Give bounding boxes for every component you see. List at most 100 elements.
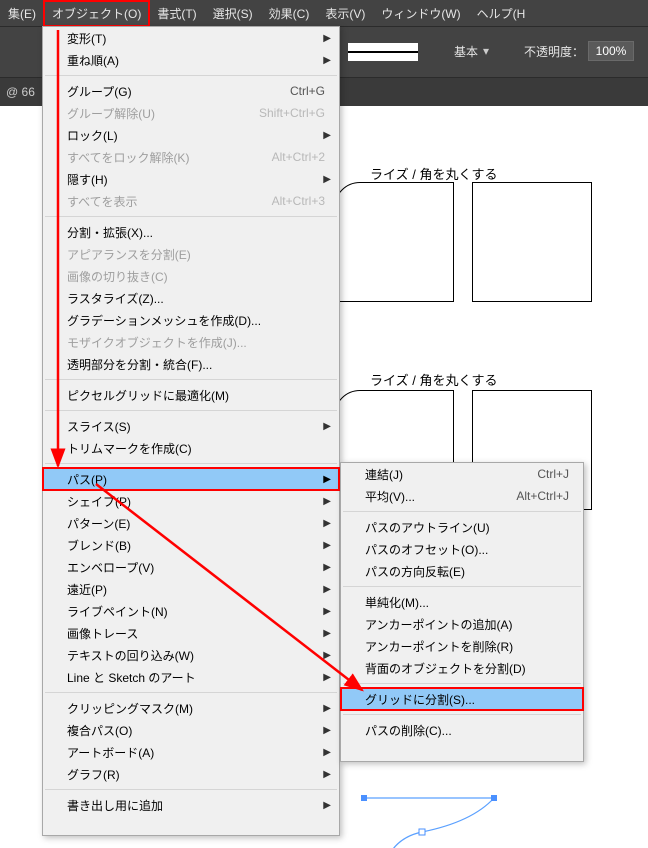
menu-edit[interactable]: 集(E) [0, 1, 44, 26]
menu-item[interactable]: シェイプ(P) ▶ [43, 490, 339, 512]
menu-item[interactable]: パス(P) ▶ [43, 468, 339, 490]
menu-item-label: 変形(T) [67, 30, 106, 47]
menu-item[interactable]: エンベロープ(V)▶ [43, 556, 339, 578]
menu-item-label: すべてをロック解除(K) [67, 149, 189, 166]
submenu-arrow-icon: ▶ [323, 496, 331, 507]
submenu-arrow-icon: ▶ [323, 725, 331, 736]
menu-item: 画像の切り抜き(C) [43, 265, 339, 287]
menu-item-label: グラデーションメッシュを作成(D)... [67, 312, 261, 329]
submenu-arrow-icon: ▶ [323, 130, 331, 141]
submenu-arrow-icon: ▶ [323, 800, 331, 811]
menu-item[interactable]: パターン(E)▶ [43, 512, 339, 534]
submenu-arrow-icon: ▶ [323, 540, 331, 551]
menu-shortcut: Alt+Ctrl+2 [272, 150, 325, 164]
stroke-profile[interactable] [348, 43, 418, 61]
menu-item[interactable]: ラスタライズ(Z)... [43, 287, 339, 309]
menu-item-label: ライブペイント(N) [67, 603, 168, 620]
menu-item[interactable]: スライス(S)▶ [43, 415, 339, 437]
submenu-item[interactable]: 平均(V)...Alt+Ctrl+J [341, 485, 583, 507]
menu-item: すべてをロック解除(K) Alt+Ctrl+2 [43, 146, 339, 168]
menu-separator [45, 216, 337, 217]
menu-help[interactable]: ヘルプ(H [469, 1, 534, 26]
submenu-item-label: 平均(V)... [365, 488, 415, 505]
path-submenu: 連結(J) Ctrl+J 平均(V)...Alt+Ctrl+J パスのアウトライン(U… [340, 462, 584, 762]
submenu-item[interactable]: パスのアウトライン(U) [341, 516, 583, 538]
menu-item-label: 隠す(H) [67, 171, 108, 188]
menu-item[interactable]: テキストの回り込み(W)▶ [43, 644, 339, 666]
submenu-item[interactable]: パスのオフセット(O)... [341, 538, 583, 560]
submenu-arrow-icon: ▶ [323, 562, 331, 573]
menu-select[interactable]: 選択(S) [205, 1, 261, 26]
menu-item-label: シェイプ(P) [67, 493, 131, 510]
menu-item[interactable]: 透明部分を分割・統合(F)... [43, 353, 339, 375]
menu-effect[interactable]: 効果(C) [261, 1, 318, 26]
menu-item-label: ピクセルグリッドに最適化(M) [67, 387, 229, 404]
menu-item[interactable]: アートボード(A)▶ [43, 741, 339, 763]
chevron-down-icon[interactable]: ▾ [480, 41, 492, 61]
menu-item-label: すべてを表示 [67, 193, 137, 210]
menu-item-label: 画像の切り抜き(C) [67, 268, 168, 285]
submenu-item[interactable]: アンカーポイントの追加(A) [341, 613, 583, 635]
submenu-item[interactable]: グリッドに分割(S)... [341, 688, 583, 710]
submenu-item-label: アンカーポイントの追加(A) [365, 616, 513, 633]
menu-window[interactable]: ウィンドウ(W) [373, 1, 468, 26]
submenu-item-label: パスのオフセット(O)... [365, 541, 488, 558]
menu-item-label: ロック(L) [67, 127, 118, 144]
menu-item-label: パス(P) [67, 471, 107, 488]
submenu-arrow-icon: ▶ [323, 628, 331, 639]
menu-view[interactable]: 表示(V) [317, 1, 373, 26]
rounded-rect-sample[interactable] [334, 182, 454, 302]
menu-item[interactable]: 画像トレース▶ [43, 622, 339, 644]
menu-item[interactable]: 分割・拡張(X)... [43, 221, 339, 243]
menu-item[interactable]: トリムマークを作成(C) [43, 437, 339, 459]
submenu-item-label: パスの方向反転(E) [365, 563, 465, 580]
menu-item[interactable]: 複合パス(O) ▶ [43, 719, 339, 741]
menu-format[interactable]: 書式(T) [149, 1, 204, 26]
menu-item[interactable]: グループ(G)Ctrl+G [43, 80, 339, 102]
tab-fragment[interactable]: @ 66 [0, 85, 35, 99]
menu-item[interactable]: 変形(T)▶ [43, 27, 339, 49]
menu-item[interactable]: クリッピングマスク(M)▶ [43, 697, 339, 719]
menu-item[interactable]: 重ね順(A)▶ [43, 49, 339, 71]
menu-item[interactable]: Line と Sketch のアート▶ [43, 666, 339, 688]
menu-item[interactable]: グラフ(R)▶ [43, 763, 339, 785]
menu-item[interactable]: 遠近(P)▶ [43, 578, 339, 600]
menu-separator [343, 511, 581, 512]
submenu-item[interactable]: 背面のオブジェクトを分割(D) [341, 657, 583, 679]
menu-item[interactable]: ブレンド(B)▶ [43, 534, 339, 556]
submenu-item[interactable]: アンカーポイントを削除(R) [341, 635, 583, 657]
menubar: 集(E) オブジェクト(O) 書式(T) 選択(S) 効果(C) 表示(V) ウ… [0, 0, 648, 26]
menu-item-label: 複合パス(O) [67, 722, 132, 739]
menu-item[interactable]: 隠す(H)▶ [43, 168, 339, 190]
menu-shortcut: Shift+Ctrl+G [259, 106, 325, 120]
menu-item-label: 重ね順(A) [67, 52, 119, 69]
menu-item[interactable]: ピクセルグリッドに最適化(M) [43, 384, 339, 406]
stroke-profile-label: 基本 [454, 43, 478, 60]
menu-item-label: 遠近(P) [67, 581, 107, 598]
menu-object[interactable]: オブジェクト(O) [44, 1, 149, 26]
submenu-arrow-icon: ▶ [323, 474, 331, 485]
submenu-arrow-icon: ▶ [323, 518, 331, 529]
submenu-item-label: パスの削除(C)... [365, 722, 452, 739]
menu-item[interactable]: ロック(L) ▶ [43, 124, 339, 146]
menu-separator [45, 789, 337, 790]
menu-item[interactable]: ライブペイント(N)▶ [43, 600, 339, 622]
submenu-item[interactable]: パスの方向反転(E) [341, 560, 583, 582]
menu-separator [343, 683, 581, 684]
submenu-arrow-icon: ▶ [323, 421, 331, 432]
menu-item[interactable]: グラデーションメッシュを作成(D)... [43, 309, 339, 331]
menu-shortcut: Ctrl+J [537, 467, 569, 481]
rect-sample[interactable] [472, 182, 592, 302]
menu-item-label: ラスタライズ(Z)... [67, 290, 164, 307]
opacity-value[interactable]: 100% [588, 41, 634, 61]
submenu-item[interactable]: 単純化(M)... [341, 591, 583, 613]
menu-item-label: アートボード(A) [67, 744, 154, 761]
submenu-item-label: 連結(J) [365, 466, 403, 483]
menu-shortcut: Alt+Ctrl+3 [272, 194, 325, 208]
menu-separator [343, 586, 581, 587]
menu-separator [45, 410, 337, 411]
menu-item[interactable]: 書き出し用に追加▶ [43, 794, 339, 816]
submenu-item[interactable]: 連結(J) Ctrl+J [341, 463, 583, 485]
editing-path[interactable] [352, 792, 472, 848]
submenu-item[interactable]: パスの削除(C)... [341, 719, 583, 741]
